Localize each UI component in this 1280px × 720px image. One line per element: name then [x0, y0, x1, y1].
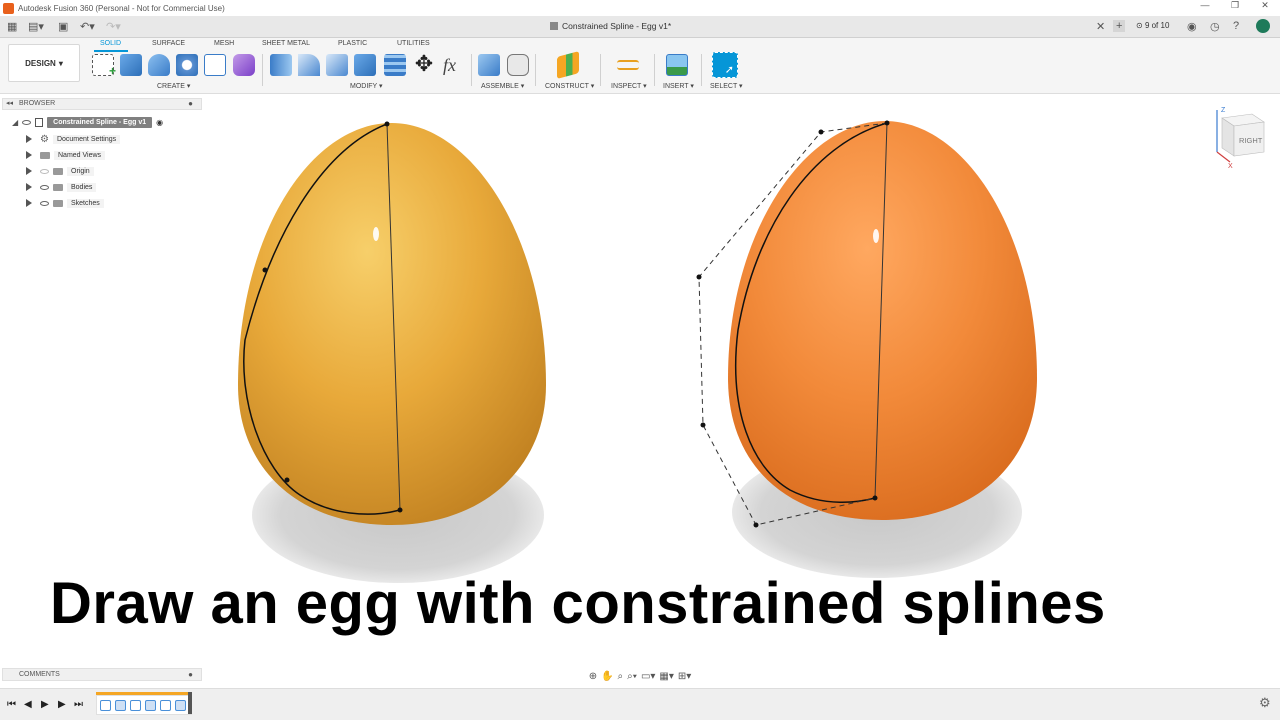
axis-x-label: X: [1228, 163, 1233, 168]
orbit-icon[interactable]: ⊕: [589, 671, 597, 682]
view-cube[interactable]: Z X RIGHT: [1212, 104, 1268, 168]
timeline-marker[interactable]: [188, 692, 192, 714]
egg-body-right[interactable]: [728, 121, 1037, 520]
timeline-settings-gear-icon[interactable]: ⚙: [1259, 695, 1271, 711]
add-comment-icon[interactable]: ●: [188, 669, 193, 680]
comments-panel-header[interactable]: COMMENTS ●: [2, 668, 202, 681]
x-axis-line: [1216, 151, 1231, 163]
spline-point[interactable]: [284, 477, 290, 483]
pan-hand-icon[interactable]: ✋: [601, 671, 613, 682]
cube-face-label: RIGHT: [1239, 136, 1263, 145]
zoom-fit-icon[interactable]: ⌕▾: [627, 671, 637, 682]
timeline-progress: [96, 692, 192, 695]
highlight-right: [873, 229, 879, 243]
control-point[interactable]: [872, 495, 878, 501]
control-point[interactable]: [753, 522, 759, 528]
display-settings-icon[interactable]: ▭▾: [641, 671, 655, 682]
axis-z-label: Z: [1221, 107, 1226, 114]
timeline-revolve-feature[interactable]: [175, 700, 186, 711]
zoom-window-icon[interactable]: ⌕: [618, 671, 624, 682]
step-back-icon[interactable]: ◀: [24, 699, 32, 710]
control-point[interactable]: [700, 422, 706, 428]
grid-settings-icon[interactable]: ▦▾: [659, 671, 673, 682]
control-point[interactable]: [884, 120, 890, 126]
spline-point[interactable]: [262, 267, 268, 273]
timeline-strip[interactable]: [96, 695, 192, 715]
comments-title: COMMENTS: [19, 671, 60, 678]
step-forward-icon[interactable]: ▶: [58, 699, 66, 710]
control-point[interactable]: [696, 274, 702, 280]
timeline-revolve-feature[interactable]: [115, 700, 126, 711]
timeline-sketch-feature[interactable]: [130, 700, 141, 711]
timeline-sketch-feature[interactable]: [160, 700, 171, 711]
highlight-left: [373, 227, 379, 241]
go-to-end-icon[interactable]: ⏭: [74, 699, 83, 710]
go-to-start-icon[interactable]: ⏮: [7, 699, 16, 710]
spline-point[interactable]: [397, 507, 403, 513]
timeline-bar: ⏮ ◀ ▶ ▶ ⏭ ⚙: [0, 688, 1280, 720]
viewports-icon[interactable]: ⊞▾: [678, 671, 691, 682]
control-point[interactable]: [818, 129, 824, 135]
egg-body-left[interactable]: [238, 123, 546, 525]
timeline-revolve-feature[interactable]: [145, 700, 156, 711]
timeline-sketch-feature[interactable]: [100, 700, 111, 711]
navigation-bar: ⊕ ✋ ⌕ ⌕▾ ▭▾ ▦▾ ⊞▾: [570, 668, 710, 684]
video-caption: Draw an egg with constrained splines: [50, 571, 1106, 636]
spline-point[interactable]: [384, 121, 390, 127]
play-icon[interactable]: ▶: [41, 699, 49, 710]
